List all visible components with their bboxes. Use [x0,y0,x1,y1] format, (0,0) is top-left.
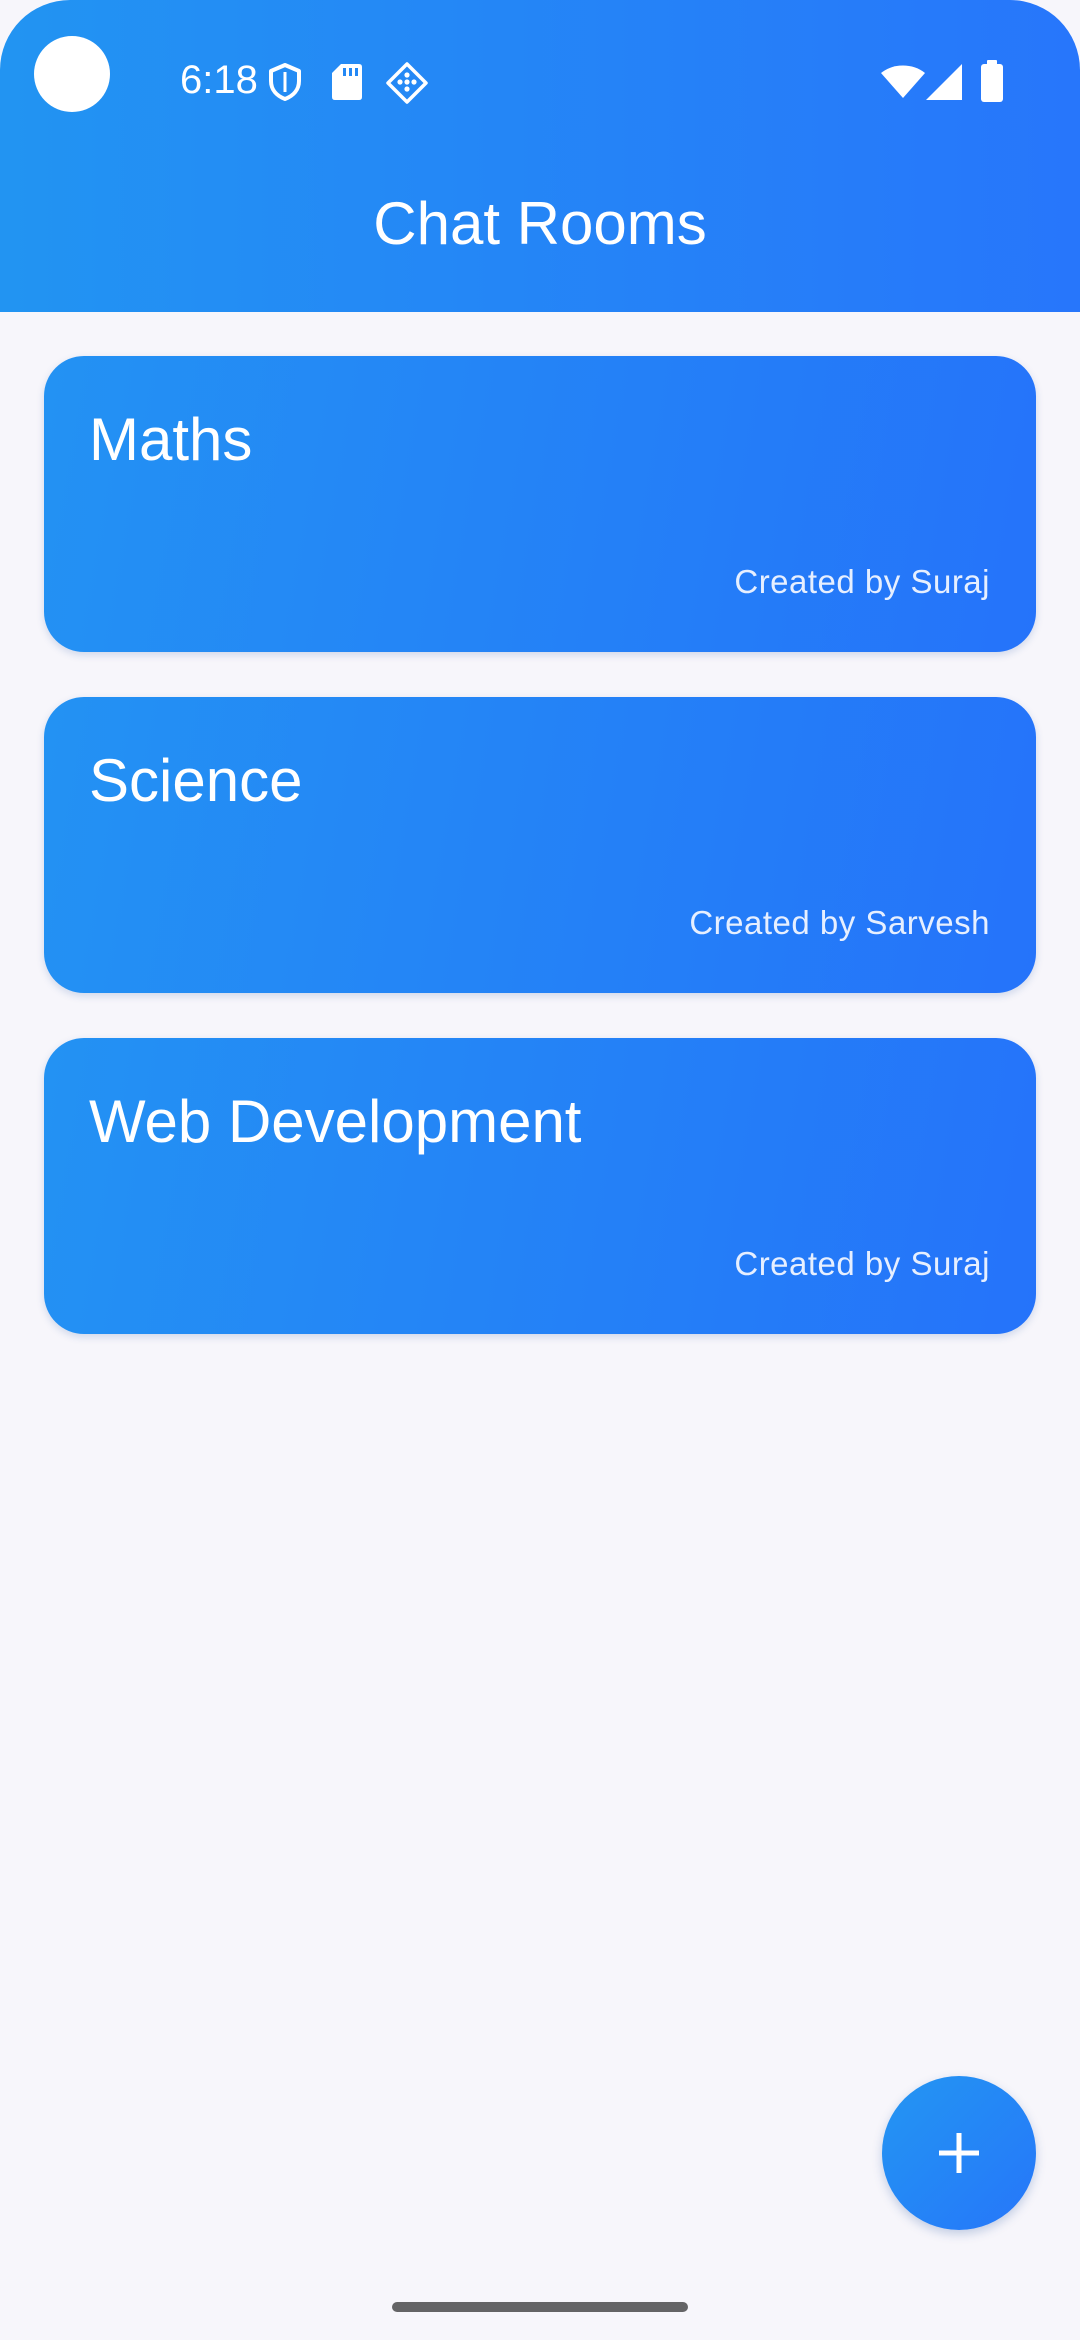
diamond-grid-icon [386,62,428,104]
chat-room-card[interactable]: Web Development Created by Suraj [44,1038,1036,1334]
chat-room-card[interactable]: Science Created by Sarvesh [44,697,1036,993]
page-title: Chat Rooms [373,190,707,257]
chat-room-creator: Created by Suraj [734,563,990,600]
chat-room-name: Maths [89,406,253,473]
app-screen: 6:18 Chat Rooms Maths Created by Suraj S… [0,0,1080,2340]
chat-room-creator: Created by Suraj [734,1245,990,1282]
status-bar: 6:18 [0,0,1080,160]
chat-room-name: Science [89,747,303,814]
status-time: 6:18 [180,58,258,102]
wifi-icon [881,65,925,98]
chat-room-list: Maths Created by Suraj Science Created b… [44,356,1036,1379]
camera-cutout [34,36,110,112]
sd-card-icon [332,64,362,100]
plus-icon [939,2133,979,2173]
battery-icon [981,60,1003,102]
add-room-button[interactable] [882,2076,1036,2230]
chat-room-creator: Created by Sarvesh [689,904,990,941]
chat-room-name: Web Development [89,1088,582,1155]
app-bar: 6:18 Chat Rooms [0,0,1080,312]
cell-signal-icon [926,64,962,100]
home-indicator[interactable] [392,2302,688,2312]
shield-icon [269,63,301,101]
chat-room-card[interactable]: Maths Created by Suraj [44,356,1036,652]
